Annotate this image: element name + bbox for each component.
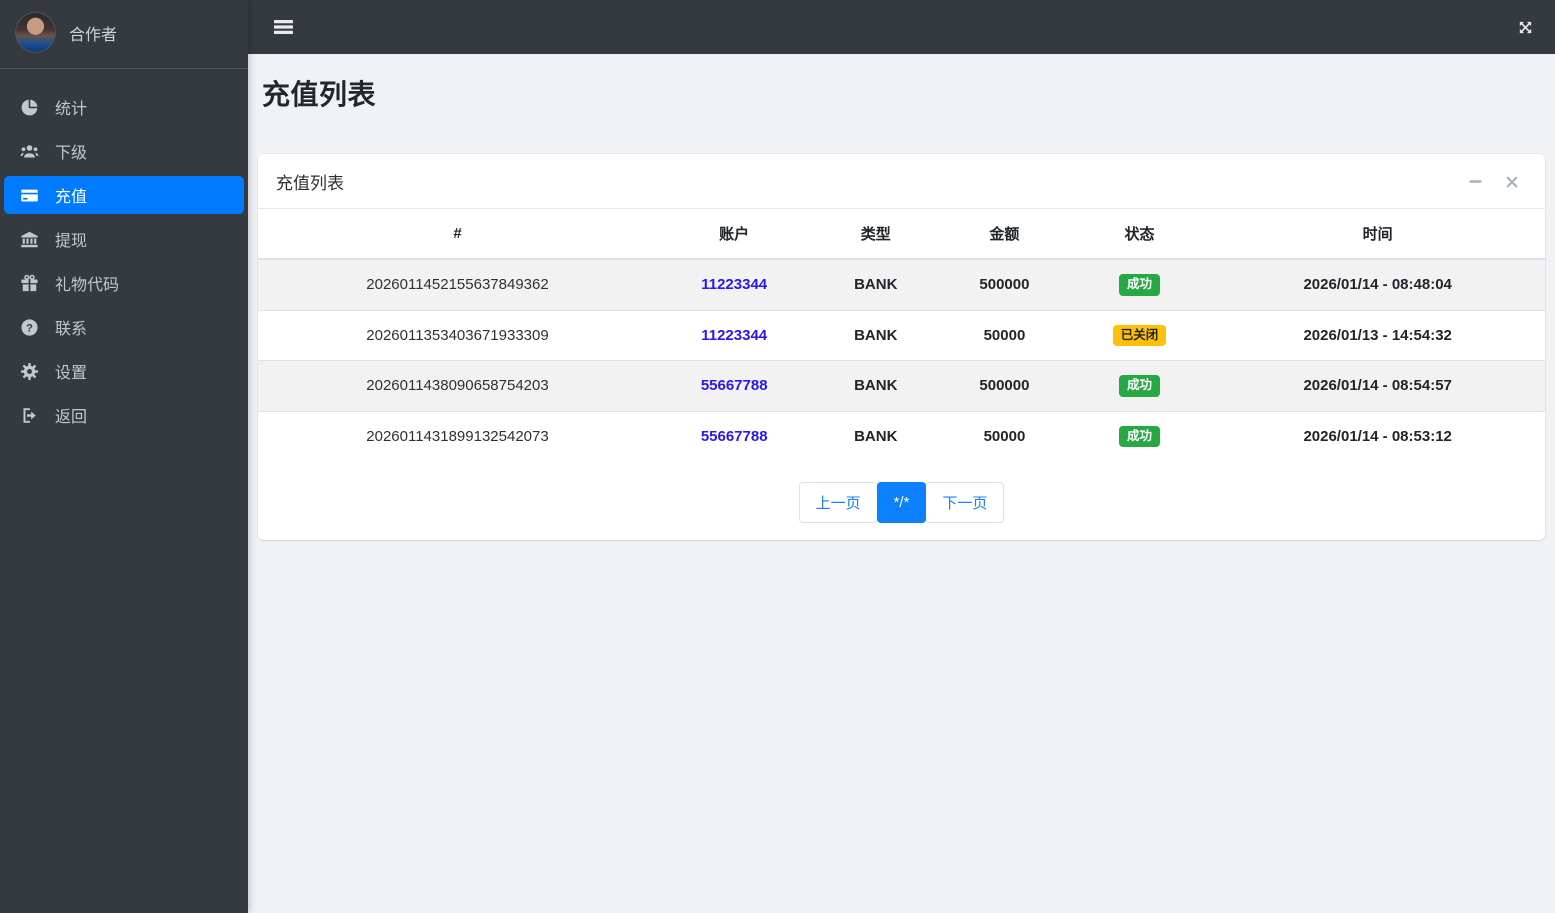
- minus-icon: [1468, 174, 1483, 189]
- sidebar-item-label: 提现: [55, 233, 88, 250]
- sign-out-icon: [17, 406, 41, 425]
- status-badge: 成功: [1119, 274, 1161, 296]
- main-area: 充值列表 充值列表 # 账户 类型 金额 状态 时间 2026011452155…: [248, 0, 1555, 913]
- bank-icon: [17, 230, 41, 249]
- status-cell: 成功: [1068, 360, 1211, 411]
- sidebar-item-statistics[interactable]: 统计: [4, 88, 244, 126]
- sidebar-item-label: 联系: [55, 321, 88, 338]
- fullscreen-button[interactable]: [1513, 15, 1538, 40]
- user-panel: 合作者: [0, 0, 248, 68]
- col-header-type: 类型: [811, 209, 941, 260]
- account-link[interactable]: 55667788: [701, 377, 768, 394]
- recharge-table: # 账户 类型 金额 状态 时间 2026011452155637849362 …: [258, 209, 1545, 461]
- table-row: 2026011431899132542073 55667788 BANK 500…: [258, 410, 1545, 461]
- gear-icon: [17, 362, 41, 381]
- close-button[interactable]: [1503, 173, 1521, 191]
- status-badge: 成功: [1119, 425, 1161, 447]
- user-name: 合作者: [69, 26, 118, 44]
- sidebar-item-label: 设置: [55, 365, 88, 382]
- col-header-amount: 金额: [940, 209, 1069, 260]
- close-icon: [1505, 175, 1519, 189]
- recharge-id-cell: 2026011431899132542073: [258, 410, 657, 461]
- type-cell: BANK: [854, 276, 898, 294]
- content: 充值列表 充值列表 # 账户 类型 金额 状态 时间 2026011452155…: [248, 54, 1555, 540]
- table-row: 2026011438090658754203 55667788 BANK 500…: [258, 360, 1545, 411]
- credit-card-icon: [17, 186, 41, 205]
- card-tools: [1466, 172, 1527, 191]
- sidebar-item-settings[interactable]: 设置: [4, 352, 244, 390]
- type-cell: BANK: [811, 360, 941, 411]
- sidebar-item-label: 礼物代码: [55, 277, 120, 294]
- type-cell: BANK: [811, 410, 941, 461]
- table-row: 2026011353403671933309 11223344 BANK 500…: [258, 309, 1545, 361]
- sidebar-item-recharge[interactable]: 充值: [4, 176, 244, 214]
- sidebar-item-withdraw[interactable]: 提现: [4, 220, 244, 258]
- card-header: 充值列表: [258, 154, 1545, 209]
- time-cell: 2026/01/14 - 08:48:04: [1303, 276, 1452, 294]
- time-cell: 2026/01/14 - 08:53:12: [1210, 410, 1545, 461]
- pagination: 上一页 */* 下一页: [258, 461, 1545, 540]
- recharge-id-cell: 2026011452155637849362: [366, 276, 549, 294]
- sidebar-item-label: 充值: [55, 189, 88, 206]
- sidebar: 合作者 统计 下级 充值 提现 礼物代码 ? 联系 设置 返回: [0, 0, 248, 913]
- account-cell: 55667788: [656, 410, 812, 461]
- account-link[interactable]: 11223344: [701, 327, 767, 344]
- account-link[interactable]: 55667788: [701, 428, 768, 445]
- col-header-account: 账户: [656, 209, 812, 260]
- status-cell: 成功: [1069, 259, 1211, 310]
- sidebar-item-subordinates[interactable]: 下级: [4, 132, 244, 170]
- time-cell: 2026/01/14 - 08:54:57: [1210, 360, 1545, 411]
- svg-text:?: ?: [26, 322, 33, 334]
- amount-cell: 500000: [940, 360, 1069, 411]
- sidebar-item-label: 返回: [55, 409, 88, 426]
- status-badge: 成功: [1119, 375, 1161, 397]
- hamburger-icon: [274, 19, 293, 35]
- status-badge: 已关闭: [1112, 324, 1167, 346]
- recharge-id-cell: 2026011438090658754203: [258, 360, 657, 411]
- card-title: 充值列表: [276, 174, 344, 193]
- sidebar-item-label: 下级: [55, 145, 88, 162]
- hamburger-menu-button[interactable]: [270, 15, 297, 39]
- gift-icon: [17, 274, 41, 293]
- col-header-status: 状态: [1068, 209, 1211, 260]
- next-page-button[interactable]: 下一页: [925, 482, 1005, 523]
- minimize-button[interactable]: [1466, 172, 1485, 191]
- pie-chart-icon: [17, 98, 41, 117]
- expand-arrows-icon: [1517, 19, 1534, 36]
- account-cell: 11223344: [656, 309, 812, 361]
- amount-cell: 50000: [940, 309, 1069, 361]
- sidebar-nav: 统计 下级 充值 提现 礼物代码 ? 联系 设置 返回: [0, 85, 248, 437]
- table-body: 2026011452155637849362 11223344 BANK 500…: [258, 259, 1545, 461]
- account-cell: 11223344: [657, 259, 811, 310]
- table-row: 2026011452155637849362 11223344 BANK 500…: [258, 259, 1545, 310]
- account-link[interactable]: 11223344: [701, 276, 767, 293]
- amount-cell: 50000: [940, 410, 1069, 461]
- sidebar-item-contact[interactable]: ? 联系: [4, 308, 244, 346]
- amount-cell: 500000: [979, 276, 1030, 294]
- table-header: # 账户 类型 金额 状态 时间: [258, 209, 1545, 260]
- status-cell: 已关闭: [1068, 309, 1211, 361]
- question-circle-icon: ?: [17, 318, 41, 337]
- sidebar-item-label: 统计: [55, 101, 88, 118]
- col-header-time: 时间: [1210, 209, 1545, 260]
- recharge-list-card: 充值列表 # 账户 类型 金额 状态 时间 202601145215563784…: [258, 154, 1545, 540]
- account-cell: 55667788: [656, 360, 812, 411]
- current-page-button[interactable]: */*: [876, 482, 927, 523]
- recharge-id-cell: 2026011353403671933309: [258, 309, 657, 361]
- time-cell: 2026/01/13 - 14:54:32: [1210, 309, 1545, 361]
- sidebar-item-gift-codes[interactable]: 礼物代码: [4, 264, 244, 302]
- type-cell: BANK: [811, 309, 941, 361]
- sidebar-item-back[interactable]: 返回: [4, 396, 244, 434]
- prev-page-button[interactable]: 上一页: [798, 482, 878, 523]
- topbar: [248, 0, 1555, 54]
- page-title: 充值列表: [262, 79, 377, 110]
- user-avatar[interactable]: [15, 12, 56, 53]
- status-cell: 成功: [1068, 410, 1211, 461]
- col-header-id: #: [258, 209, 657, 260]
- users-icon: [17, 142, 41, 161]
- sidebar-divider: [0, 68, 248, 69]
